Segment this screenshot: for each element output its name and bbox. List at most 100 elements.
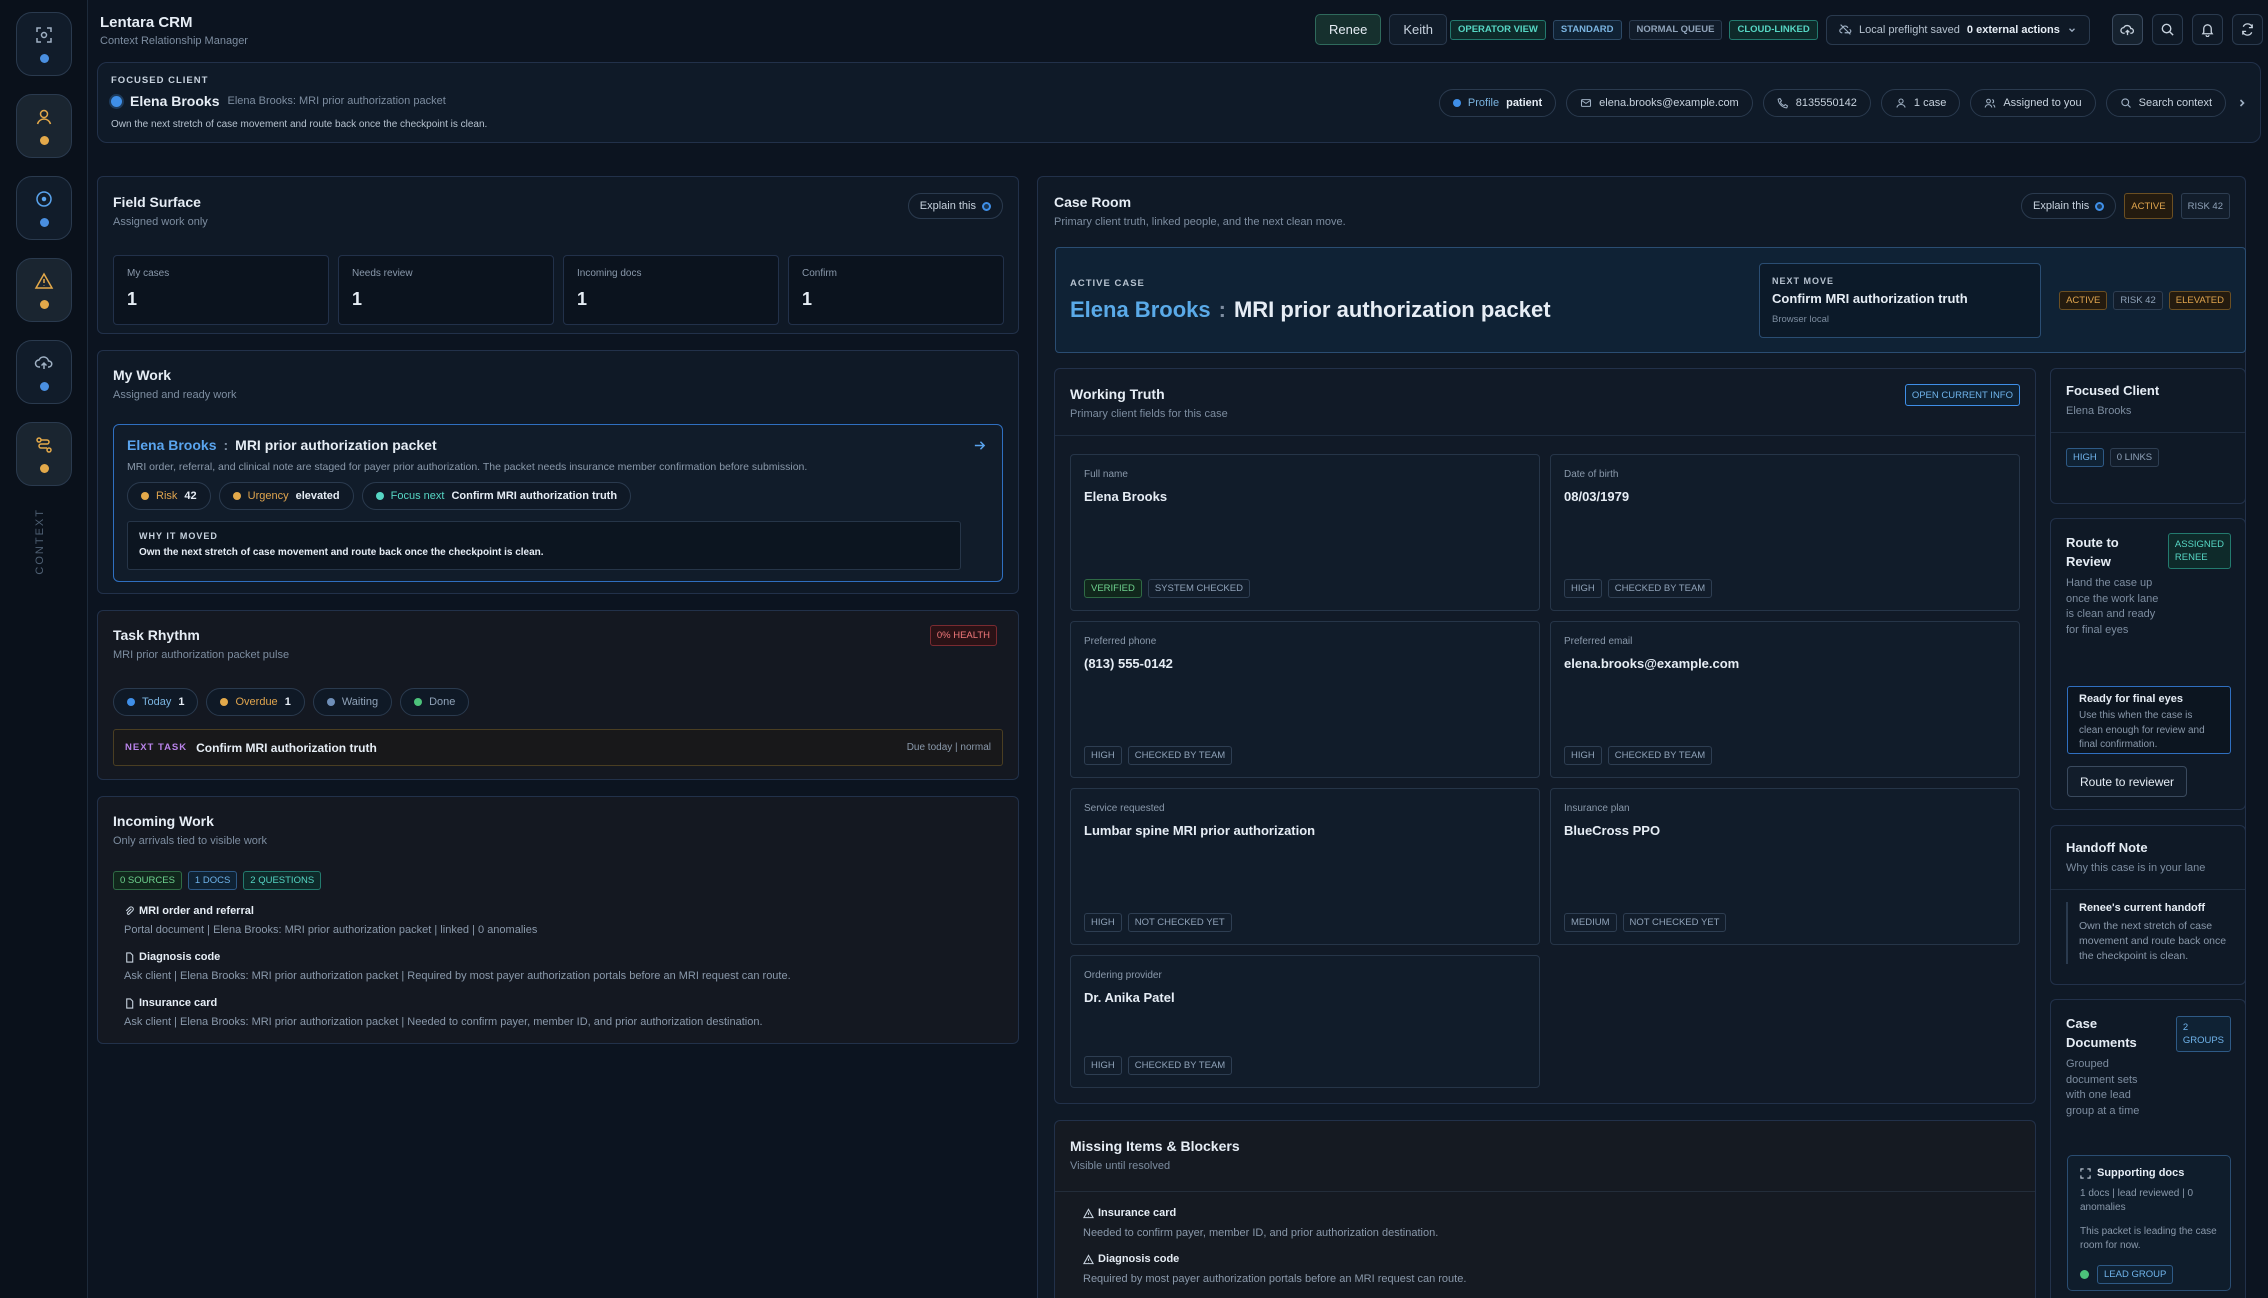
cloud-sync-button[interactable] [2112,14,2143,45]
cloud-linked-chip[interactable]: CLOUD-LINKED [1729,19,1818,40]
support-title: Supporting docs [2097,1167,2185,1179]
open-current-info-button[interactable]: OPEN CURRENT INFO [1904,384,2020,406]
work-card[interactable]: Elena Brooks : MRI prior authorization p… [113,424,1003,582]
lead-dot [2080,1270,2089,1279]
warning-icon [34,272,54,289]
stat-card[interactable]: Incoming docs 1 [563,255,779,325]
focus-label: Focus next [390,490,445,502]
mail-icon [1581,99,1592,107]
ready-desc: Use this when the case is clean enough f… [2079,710,2205,750]
route-to-reviewer-button[interactable]: Route to reviewer [2067,766,2188,797]
rail-alert-button[interactable] [16,258,72,322]
next-move-card[interactable]: NEXT MOVE Confirm MRI authorization trut… [1759,263,2041,338]
notifications-button[interactable] [2192,14,2223,45]
field-card-service[interactable]: Service requested Lumbar spine MRI prior … [1070,788,1540,945]
focus-next-pill[interactable]: Focus next Confirm MRI authorization trut… [361,482,632,510]
supporting-docs-group[interactable]: Supporting docs 1 docs | lead reviewed |… [2067,1155,2231,1291]
explain-button[interactable]: Explain this [907,193,1003,219]
my-work-panel: My Work Assigned and ready work Elena Br… [97,350,1019,594]
field-card-email[interactable]: Preferred email elena.brooks@example.com H… [1550,621,2020,778]
refresh-button[interactable] [2232,14,2263,45]
rail-cloud-button[interactable] [16,340,72,404]
waiting-pill[interactable]: Waiting [312,688,393,716]
field-card-provider[interactable]: Ordering provider Dr. Anika Patel HIGH CHEC… [1070,955,1540,1088]
risk-pill[interactable]: Risk 42 [127,482,211,510]
operator-view-chip[interactable]: OPERATOR VIEW [1450,19,1546,40]
field-card-full-name[interactable]: Full name Elena Brooks VERIFIED SYSTEM CHEC… [1070,454,1540,611]
overdue-pill[interactable]: Overdue 1 [206,688,305,716]
stat-card[interactable]: Confirm 1 [788,255,1004,325]
top-icons [2112,14,2263,45]
search-context-pill[interactable]: Search context [2105,89,2226,117]
incoming-item[interactable]: MRI order and referral Portal document |… [124,905,537,936]
focused-client-row: Elena Brooks Elena Brooks: MRI prior aut… [111,93,446,109]
phone-pill[interactable]: 8135550142 [1762,89,1871,117]
standard-chip[interactable]: STANDARD [1552,19,1622,40]
missing-item[interactable]: Diagnosis code Required by most payer au… [1083,1253,1466,1285]
field-value: Lumbar spine MRI prior authorization [1084,823,1316,838]
field-value: Elena Brooks [1084,489,1168,504]
app-title: Lentara CRM [100,14,193,31]
rail-scan-button[interactable] [16,12,72,76]
working-truth-subtitle: Primary client fields for this case [1070,408,1228,420]
assigned-pill[interactable]: Assigned to you [1970,89,2096,117]
docs-desc: Grouped document sets with one lead grou… [2066,1058,2140,1117]
stat-card[interactable]: Needs review 1 [338,255,554,325]
email-text: elena.brooks@example.com [1599,97,1739,109]
rail-target-button[interactable] [16,176,72,240]
ready-final-eyes-option[interactable]: Ready for final eyes Use this when the c… [2067,686,2231,754]
task-rhythm-subtitle: MRI prior authorization packet pulse [113,649,290,661]
active-case-label: ACTIVE CASE [1070,278,1145,289]
missing-item[interactable]: Insurance card Needed to confirm payer, … [1083,1207,1438,1239]
field-surface-panel: Field Surface Assigned work only Explain… [97,176,1019,334]
normal-queue-chip[interactable]: NORMAL QUEUE [1628,19,1723,40]
user-renee-button[interactable]: Renee [1315,14,1382,45]
active-tag: ACTIVE [2059,291,2108,310]
focused-client-bar: FOCUSED CLIENT Elena Brooks Elena Brooks… [97,62,2261,143]
refresh-icon [2242,23,2253,36]
field-tag: CHECKED BY TEAM [1607,579,1713,598]
field-tag: HIGH [1084,1056,1122,1075]
people-icon [1984,98,1996,108]
cases-pill[interactable]: 1 case [1880,89,1961,117]
profile-label: Profile [1467,97,1500,109]
status-dot [39,464,49,473]
docs-tag[interactable]: 1 DOCS [187,871,238,890]
questions-tag[interactable]: 2 QUESTIONS [243,871,322,890]
today-pill[interactable]: Today 1 [113,688,199,716]
case-room-header-actions: Explain this ACTIVE RISK 42 [2021,193,2230,219]
chevron-right-icon[interactable] [2236,97,2248,109]
urgency-pill[interactable]: Urgency elevated [218,482,354,510]
handoff-title: Handoff Note [2066,840,2148,855]
field-card-insurance[interactable]: Insurance plan BlueCross PPO MEDIUM NOT CHE… [1550,788,2020,945]
stat-value: 1 [127,289,138,309]
attachment-icon [125,905,134,915]
lead-group-tag: LEAD GROUP [2097,1265,2174,1284]
stat-card[interactable]: My cases 1 [113,255,329,325]
incoming-item-name: Diagnosis code [139,951,221,963]
arrow-right-icon[interactable] [973,439,986,452]
right-focused-title: Focused Client [2066,383,2160,398]
sources-tag[interactable]: 0 SOURCES [113,871,182,890]
incoming-item[interactable]: Diagnosis code Ask client | Elena Brooks… [124,951,791,982]
explain-label: Explain this [2033,200,2090,212]
user-keith-button[interactable]: Keith [1389,14,1447,45]
preflight-dropdown[interactable]: Local preflight saved 0 external actions [1826,14,2090,45]
search-button[interactable] [2152,14,2183,45]
done-pill[interactable]: Done [400,688,470,716]
urgency-value: elevated [295,490,340,502]
profile-pill[interactable]: Profile patient [1438,89,1557,117]
incoming-item[interactable]: Insurance card Ask client | Elena Brooks… [124,997,763,1028]
handoff-text: Own the next stretch of case movement an… [2079,920,2227,962]
next-task-bar[interactable]: NEXT TASK Confirm MRI authorization trut… [113,729,1003,766]
explain-button[interactable]: Explain this [2021,193,2117,219]
rail-flow-button[interactable] [16,422,72,486]
next-task-label: NEXT TASK [125,742,188,753]
field-card-dob[interactable]: Date of birth 08/03/1979 HIGH CHECKED BY TE… [1550,454,2020,611]
field-card-phone[interactable]: Preferred phone (813) 555-0142 HIGH CHECKED… [1070,621,1540,778]
brand: Lentara CRM Context Relationship Manager [100,14,248,47]
rail-person-button[interactable] [16,94,72,158]
route-desc: Hand the case up once the work lane is c… [2066,577,2159,636]
email-pill[interactable]: elena.brooks@example.com [1566,89,1753,117]
focused-client-name[interactable]: Elena Brooks [130,93,219,109]
